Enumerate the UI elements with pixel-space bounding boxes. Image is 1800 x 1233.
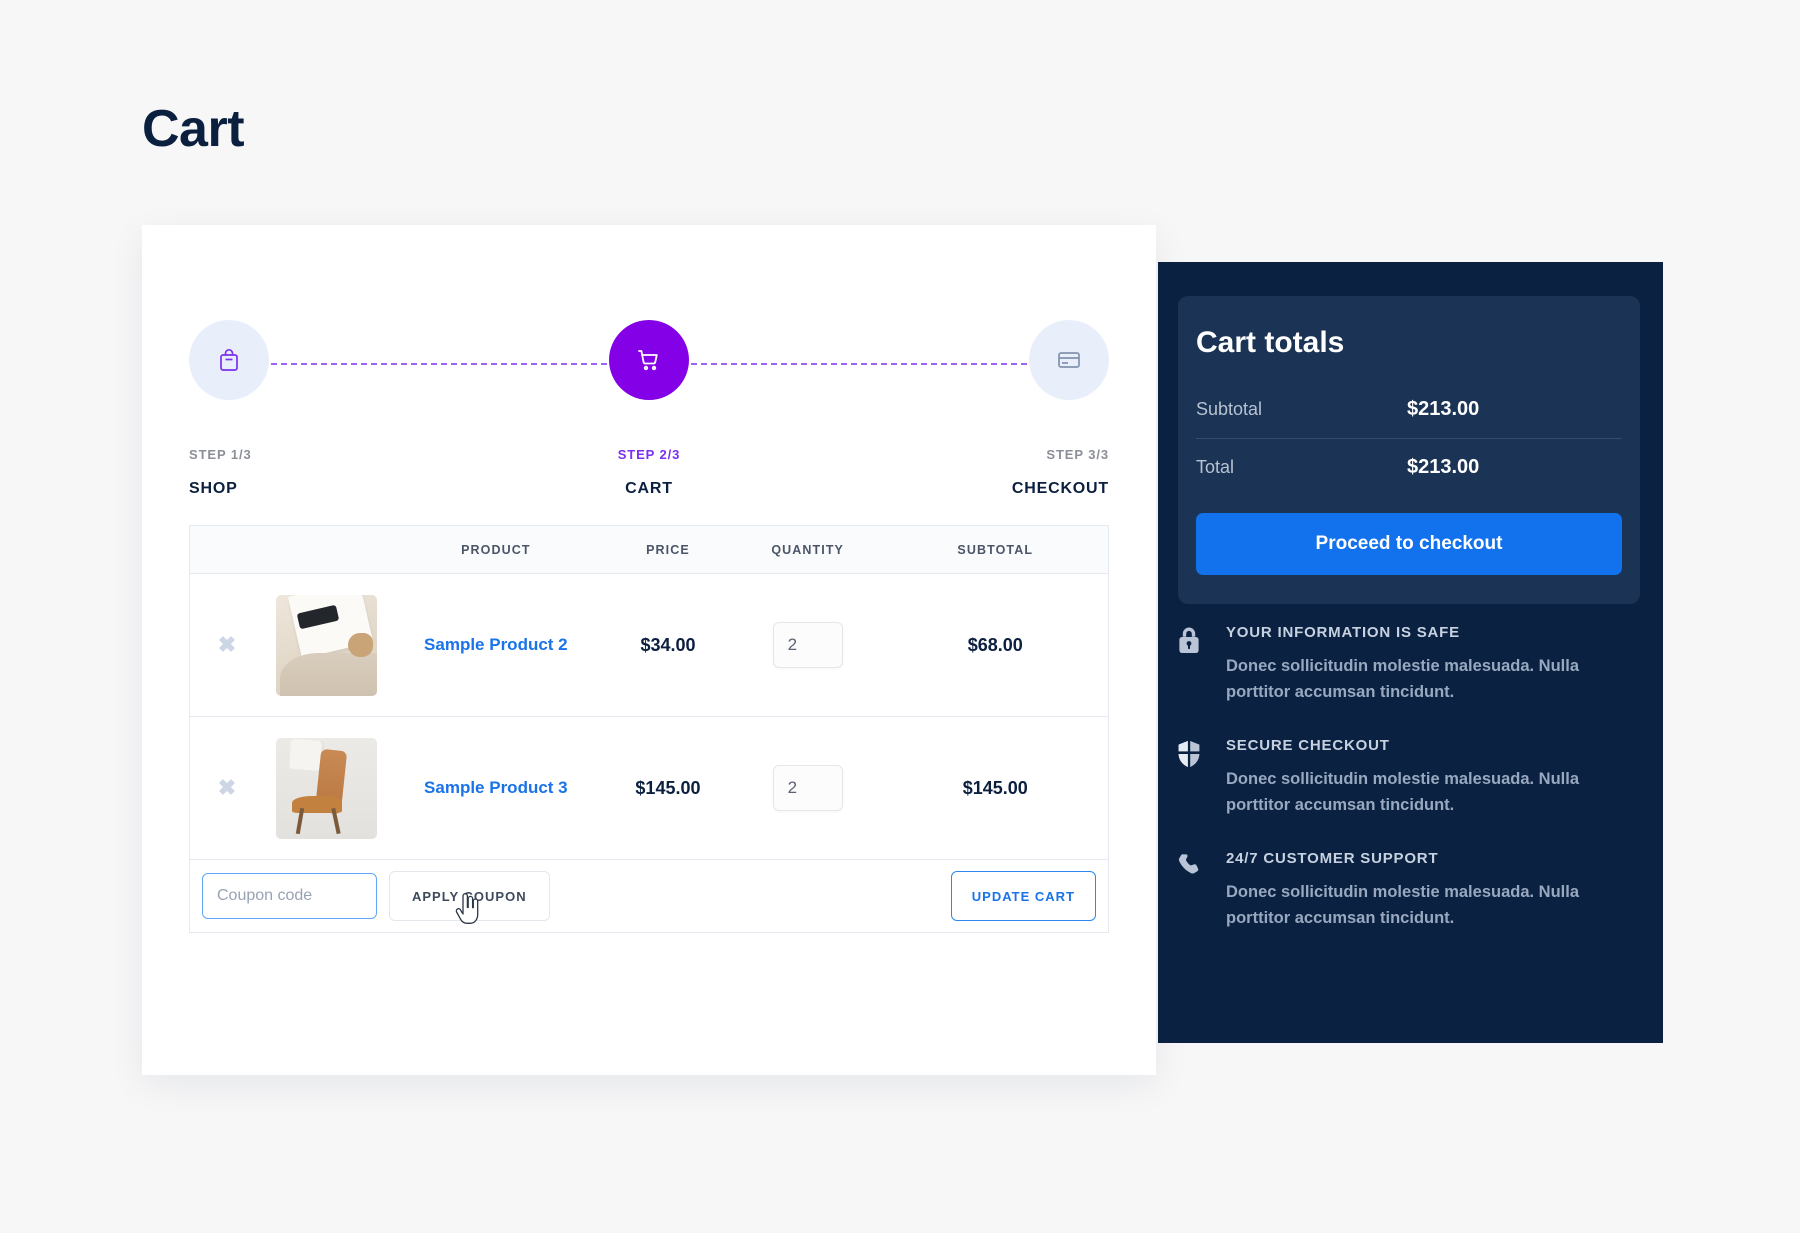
remove-item-button[interactable]: ✖: [190, 777, 264, 799]
stepper-name-3: CHECKOUT: [1011, 480, 1109, 497]
proceed-to-checkout-button[interactable]: Proceed to checkout: [1196, 513, 1622, 575]
thumb-accent-shape: [348, 632, 373, 658]
stepper-step-cart[interactable]: [609, 320, 689, 400]
product-thumbnail-cell[interactable]: [264, 594, 389, 696]
lock-icon: [1176, 624, 1226, 705]
product-thumbnail-glasses[interactable]: [275, 594, 377, 696]
feature-body: YOUR INFORMATION IS SAFE Donec sollicitu…: [1226, 624, 1646, 705]
table-row: ✖ Sample Product 3 $145.00 $145.00: [190, 717, 1108, 860]
product-subtotal: $145.00: [962, 777, 1028, 798]
stepper-label-shop: STEP 1/3 SHOP: [189, 447, 429, 498]
cart-totals-card: Cart totals Subtotal $213.00 Total $213.…: [1178, 296, 1640, 604]
page-title: Cart: [142, 100, 245, 158]
feature-title: YOUR INFORMATION IS SAFE: [1226, 624, 1460, 641]
feature-secure-checkout: SECURE CHECKOUT Donec sollicitudin moles…: [1176, 737, 1646, 818]
totals-row-total: Total $213.00: [1196, 456, 1622, 496]
product-thumbnail-chair[interactable]: [275, 737, 377, 839]
product-thumbnail-cell[interactable]: [264, 737, 389, 839]
totals-row-subtotal: Subtotal $213.00: [1196, 398, 1622, 439]
trust-features-list: YOUR INFORMATION IS SAFE Donec sollicitu…: [1176, 624, 1646, 963]
remove-item-button[interactable]: ✖: [190, 634, 264, 656]
coupon-input[interactable]: [202, 873, 377, 919]
quantity-cell: [733, 622, 883, 668]
shopping-cart-icon: [637, 348, 661, 372]
stepper-number-1: STEP 1/3: [189, 447, 252, 462]
subtotal-value: $213.00: [1407, 398, 1480, 420]
stepper-step-shop[interactable]: [189, 320, 269, 400]
header-quantity: QUANTITY: [771, 542, 844, 557]
feature-body: SECURE CHECKOUT Donec sollicitudin moles…: [1226, 737, 1646, 818]
checkout-stepper: [189, 320, 1109, 420]
subtotal-label: Subtotal: [1196, 399, 1263, 419]
header-subtotal: SUBTOTAL: [957, 542, 1034, 557]
total-label: Total: [1196, 457, 1235, 477]
product-link[interactable]: Sample Product 3: [389, 778, 604, 798]
cart-card: STEP 1/3 SHOP STEP 2/3 CART STEP 3/3 CHE…: [142, 225, 1156, 1075]
feature-title: SECURE CHECKOUT: [1226, 737, 1390, 755]
total-value: $213.00: [1407, 456, 1480, 478]
feature-title: 24/7 CUSTOMER SUPPORT: [1226, 850, 1439, 868]
stepper-name-1: SHOP: [189, 480, 238, 497]
table-row: ✖ Sample Product 2 $34.00 $68.00: [190, 574, 1108, 717]
cart-page: Cart STEP 1/3 SHOP STEP 2/3 CART STEP 3/…: [0, 0, 1800, 1233]
shopping-bag-icon: [218, 348, 240, 372]
product-subtotal: $68.00: [967, 634, 1023, 655]
stepper-number-2: STEP 2/3: [617, 447, 681, 462]
feature-text: Donec sollicitudin molestie malesuada. N…: [1226, 883, 1580, 927]
feature-text: Donec sollicitudin molestie malesuada. N…: [1226, 657, 1580, 701]
product-price: $145.00: [635, 777, 701, 798]
coupon-row: APPLY COUPON UPDATE CART: [190, 860, 1108, 932]
feature-text: Donec sollicitudin molestie malesuada. N…: [1226, 770, 1580, 814]
update-cart-button[interactable]: UPDATE CART: [950, 871, 1096, 921]
cart-sidebar: Cart totals Subtotal $213.00 Total $213.…: [1158, 262, 1663, 1043]
feature-body: 24/7 CUSTOMER SUPPORT Donec sollicitudin…: [1226, 850, 1646, 931]
feature-customer-support: 24/7 CUSTOMER SUPPORT Donec sollicitudin…: [1176, 850, 1646, 931]
shield-icon: [1176, 737, 1226, 818]
quantity-cell: [733, 765, 883, 811]
quantity-input[interactable]: [772, 765, 843, 811]
stepper-label-cart: STEP 2/3 CART: [529, 447, 769, 498]
header-price: PRICE: [646, 542, 690, 557]
phone-icon: [1176, 850, 1226, 931]
header-product: PRODUCT: [461, 542, 531, 557]
stepper-labels: STEP 1/3 SHOP STEP 2/3 CART STEP 3/3 CHE…: [189, 447, 1109, 507]
product-price: $34.00: [640, 634, 696, 655]
stepper-step-checkout[interactable]: [1029, 320, 1109, 400]
stepper-number-3: STEP 3/3: [1046, 447, 1109, 462]
credit-card-icon: [1057, 350, 1081, 370]
product-link[interactable]: Sample Product 2: [389, 635, 604, 655]
stepper-label-checkout: STEP 3/3 CHECKOUT: [869, 447, 1109, 498]
thumb-fabric-shape: [279, 653, 377, 696]
cart-table: PRODUCT PRICE QUANTITY SUBTOTAL ✖ Sample…: [189, 525, 1109, 933]
stepper-name-2: CART: [625, 480, 673, 497]
cart-totals-title: Cart totals: [1196, 326, 1345, 359]
mouse-cursor: [455, 893, 481, 925]
table-header-row: PRODUCT PRICE QUANTITY SUBTOTAL: [190, 526, 1108, 574]
feature-information-safe: YOUR INFORMATION IS SAFE Donec sollicitu…: [1176, 624, 1646, 705]
quantity-input[interactable]: [772, 622, 843, 668]
